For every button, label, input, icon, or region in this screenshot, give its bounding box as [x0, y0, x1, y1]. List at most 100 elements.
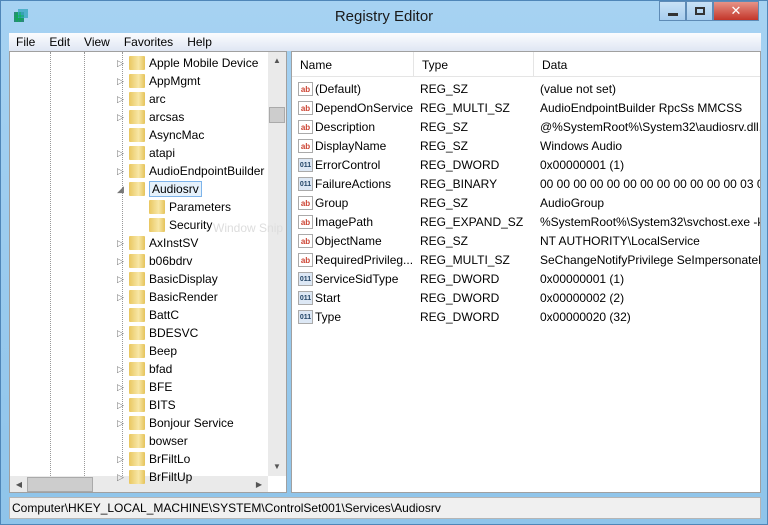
tree-item[interactable]: ▷ BasicDisplay	[117, 270, 218, 288]
tree-guide-line	[50, 52, 51, 476]
scroll-left-button[interactable]: ◀	[10, 476, 28, 492]
tree-item-label: arcsas	[149, 110, 185, 124]
title-bar[interactable]: Registry Editor ✕	[1, 1, 767, 33]
tree-item-label: BDESVC	[149, 326, 199, 340]
scroll-down-button[interactable]: ▼	[268, 458, 286, 475]
tree-item[interactable]: ▷ BrFiltUp	[117, 468, 192, 486]
folder-icon	[129, 272, 145, 286]
scroll-thumb[interactable]	[269, 107, 285, 123]
tree-vertical-scrollbar[interactable]: ▲ ▼	[268, 52, 286, 476]
value-name: DependOnService	[315, 100, 414, 115]
expand-arrow-icon[interactable]: ▷	[117, 112, 125, 123]
expand-arrow-icon[interactable]: ▷	[117, 274, 125, 285]
expand-arrow-icon[interactable]: ▷	[117, 364, 125, 375]
folder-icon	[129, 236, 145, 250]
menu-help[interactable]: Help	[180, 35, 219, 49]
tree-item[interactable]: BattC	[129, 306, 179, 324]
string-value-icon: ab	[298, 100, 313, 115]
string-value-icon: ab	[298, 252, 313, 267]
tree-item-label: BITS	[149, 398, 176, 412]
menu-favorites[interactable]: Favorites	[117, 35, 180, 49]
folder-icon	[129, 110, 145, 124]
expand-arrow-icon[interactable]: ▷	[117, 238, 125, 249]
value-name: ErrorControl	[315, 157, 381, 172]
value-data: 0x00000001 (1)	[540, 271, 625, 286]
tree-item[interactable]: ◢ Audiosrv	[117, 180, 202, 198]
expand-arrow-icon[interactable]: ▷	[117, 418, 125, 429]
expand-arrow-icon[interactable]: ▷	[117, 256, 125, 267]
tree-item[interactable]: bowser	[129, 432, 188, 450]
value-row[interactable]: ab Group REG_SZ AudioGroup	[292, 193, 760, 212]
folder-icon	[129, 434, 145, 448]
value-data: NT AUTHORITY\LocalService	[540, 233, 700, 248]
values-list: Name Type Data ab (Default) REG_SZ (value n…	[291, 51, 761, 493]
value-data: AudioGroup	[540, 195, 605, 210]
tree-item[interactable]: ▷ BrFiltLo	[117, 450, 191, 468]
registry-tree: ▲ ▼ ◀ ▶ ▷ Apple Mobile Device ▷ AppMgmt ▷ arc…	[9, 51, 287, 493]
tree-item[interactable]: Beep	[129, 342, 177, 360]
scroll-up-button[interactable]: ▲	[268, 52, 286, 69]
tree-item[interactable]: ▷ arc	[117, 90, 166, 108]
maximize-button[interactable]	[686, 1, 713, 21]
menu-view[interactable]: View	[77, 35, 117, 49]
value-row[interactable]: ab RequiredPrivileg... REG_MULTI_SZ SeChang…	[292, 250, 760, 269]
value-row[interactable]: ab Description REG_SZ @%SystemRoot%\System3…	[292, 117, 760, 136]
expand-arrow-icon[interactable]: ▷	[117, 166, 125, 177]
tree-item[interactable]: AsyncMac	[129, 126, 204, 144]
tree-item[interactable]: ▷ BDESVC	[117, 324, 199, 342]
tree-item[interactable]: Security	[149, 216, 212, 234]
tree-item[interactable]: ▷ AudioEndpointBuilder	[117, 162, 264, 180]
column-header-data[interactable]: Data	[534, 52, 760, 77]
tree-item-label: Security	[169, 218, 213, 232]
folder-icon	[129, 398, 145, 412]
tree-item-label: arc	[149, 92, 166, 106]
scroll-thumb[interactable]	[27, 477, 93, 492]
expand-arrow-icon[interactable]: ▷	[117, 94, 125, 105]
value-row[interactable]: ab DisplayName REG_SZ Windows Audio	[292, 136, 760, 155]
binary-value-icon: 011	[298, 176, 313, 191]
expand-arrow-icon[interactable]: ▷	[117, 382, 125, 393]
minimize-button[interactable]	[659, 1, 686, 21]
tree-item[interactable]: ▷ BFE	[117, 378, 172, 396]
menu-edit[interactable]: Edit	[42, 35, 77, 49]
tree-item[interactable]: Parameters	[149, 198, 231, 216]
value-data: 00 00 00 00 00 00 00 00 00 00 00 00 03 0…	[540, 176, 760, 191]
tree-item[interactable]: ▷ BasicRender	[117, 288, 218, 306]
value-row[interactable]: 011 ErrorControl REG_DWORD 0x00000001 (1)	[292, 155, 760, 174]
expand-arrow-icon[interactable]: ▷	[117, 292, 125, 303]
expand-arrow-icon[interactable]: ▷	[117, 400, 125, 411]
tree-item[interactable]: ▷ atapi	[117, 144, 175, 162]
value-row[interactable]: ab ObjectName REG_SZ NT AUTHORITY\LocalServ…	[292, 231, 760, 250]
expand-arrow-icon[interactable]: ▷	[117, 328, 125, 339]
tree-item[interactable]: ▷ bfad	[117, 360, 172, 378]
expand-arrow-icon[interactable]: ▷	[117, 58, 125, 69]
close-button[interactable]: ✕	[713, 1, 759, 21]
tree-item[interactable]: ▷ Apple Mobile Device	[117, 54, 258, 72]
expand-arrow-icon[interactable]: ▷	[117, 148, 125, 159]
tree-item[interactable]: ▷ b06bdrv	[117, 252, 192, 270]
menu-file[interactable]: File	[9, 35, 42, 49]
folder-icon	[129, 380, 145, 394]
tree-item[interactable]: ▷ arcsas	[117, 108, 185, 126]
value-data: Windows Audio	[540, 138, 623, 153]
value-row[interactable]: ab (Default) REG_SZ (value not set)	[292, 79, 760, 98]
value-row[interactable]: 011 Start REG_DWORD 0x00000002 (2)	[292, 288, 760, 307]
value-row[interactable]: ab ImagePath REG_EXPAND_SZ %SystemRoot%\Sys…	[292, 212, 760, 231]
collapse-arrow-icon[interactable]: ◢	[117, 184, 125, 195]
expand-arrow-icon[interactable]: ▷	[117, 76, 125, 87]
scroll-right-button[interactable]: ▶	[250, 476, 268, 492]
tree-item[interactable]: ▷ AxInstSV	[117, 234, 198, 252]
expand-arrow-icon[interactable]: ▷	[117, 454, 125, 465]
value-row[interactable]: ab DependOnService REG_MULTI_SZ AudioEndpoi…	[292, 98, 760, 117]
column-header-name[interactable]: Name	[292, 52, 414, 77]
value-row[interactable]: 011 ServiceSidType REG_DWORD 0x00000001 (1)	[292, 269, 760, 288]
expand-arrow-icon[interactable]: ▷	[117, 472, 125, 483]
tree-item[interactable]: ▷ AppMgmt	[117, 72, 200, 90]
value-row[interactable]: 011 FailureActions REG_BINARY 00 00 00 00 0…	[292, 174, 760, 193]
tree-item[interactable]: ▷ BITS	[117, 396, 176, 414]
value-row[interactable]: 011 Type REG_DWORD 0x00000020 (32)	[292, 307, 760, 326]
tree-item-label: BrFiltLo	[149, 452, 191, 466]
column-header-type[interactable]: Type	[414, 52, 534, 77]
value-name: ServiceSidType	[315, 271, 399, 286]
tree-item[interactable]: ▷ Bonjour Service	[117, 414, 234, 432]
